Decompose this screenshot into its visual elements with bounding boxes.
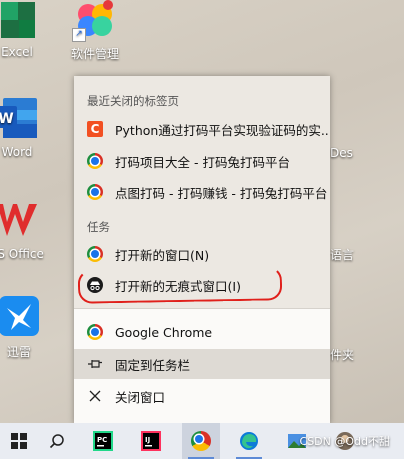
divider <box>74 308 330 309</box>
recent-item[interactable]: 打码项目大全 - 打码兔打码平台 <box>74 146 330 176</box>
chrome-icon <box>87 184 103 200</box>
recent-item-label: 打码项目大全 - 打码兔打码平台 <box>115 154 290 170</box>
xunlei-icon <box>0 296 39 336</box>
recent-item-label: 点图打码 - 打码赚钱 - 打码兔打码平台 <box>115 185 328 201</box>
chrome-icon <box>87 153 103 169</box>
recent-item[interactable]: 点图打码 - 打码赚钱 - 打码兔打码平台 <box>74 177 330 207</box>
desktop-icon-word[interactable]: W Word <box>0 96 48 159</box>
chrome-icon <box>191 431 211 451</box>
c-site-icon: C <box>87 121 103 137</box>
start-button[interactable] <box>0 423 38 459</box>
app-item-google-chrome[interactable]: Google Chrome <box>74 317 330 347</box>
desktop-label-partial: Des <box>330 146 353 160</box>
chrome-icon <box>87 246 103 262</box>
app-item-label: Google Chrome <box>115 324 213 340</box>
recent-item[interactable]: C Python通过打码平台实现验证码的实... <box>74 114 330 144</box>
desktop-icon-label: PS Office <box>0 247 44 261</box>
pin-to-taskbar-item[interactable]: 固定到任务栏 <box>74 349 330 379</box>
desktop-icon-label: 迅雷 <box>6 345 31 359</box>
desktop-icon-label: Word <box>1 145 33 159</box>
svg-text:IJ: IJ <box>145 436 150 444</box>
edge-icon <box>240 432 258 450</box>
desktop-icon-label: Excel <box>1 45 33 59</box>
chrome-jump-list: 最近关闭的标签页 C Python通过打码平台实现验证码的实... 打码项目大全… <box>74 76 330 424</box>
shortcut-arrow-icon: ↗ <box>72 28 86 42</box>
desktop-icon-software-manager[interactable]: 软件管理 ↗ <box>64 0 126 62</box>
desktop-icon-xunlei[interactable]: 迅雷 <box>0 294 50 360</box>
intellij-icon: IJ <box>141 431 161 451</box>
taskbar-edge[interactable] <box>230 423 268 459</box>
task-new-window[interactable]: 打开新的窗口(N) <box>74 239 330 269</box>
red-annotation-mark <box>77 266 283 304</box>
tasks-header: 任务 <box>87 220 110 234</box>
pycharm-icon: PC <box>93 431 113 451</box>
taskbar-pycharm[interactable]: PC <box>84 423 122 459</box>
search-icon <box>49 434 64 449</box>
desktop-icon-wps[interactable]: PS Office <box>0 198 52 261</box>
excel-icon <box>1 2 35 38</box>
watermark-text: CSDN @Odd不甜 <box>299 435 390 448</box>
recent-header: 最近关闭的标签页 <box>87 94 179 108</box>
recent-item-label: Python通过打码平台实现验证码的实... <box>115 122 330 138</box>
word-icon: W <box>0 98 37 138</box>
desktop-label-partial: 语言 <box>330 248 355 262</box>
taskbar-chrome[interactable] <box>182 423 220 459</box>
svg-text:W: W <box>0 111 14 127</box>
close-icon <box>89 390 101 402</box>
pin-icon <box>88 360 102 368</box>
svg-text:PC: PC <box>97 436 107 444</box>
desktop-icon-label: 软件管理 <box>70 47 119 61</box>
desktop-label-partial: 件夹 <box>330 348 355 362</box>
app-item-label: 关闭窗口 <box>115 389 166 405</box>
chrome-icon <box>87 324 103 340</box>
desktop-icon-excel[interactable]: Excel <box>0 0 48 59</box>
task-label: 打开新的窗口(N) <box>115 247 210 263</box>
app-item-label: 固定到任务栏 <box>115 357 191 373</box>
wps-office-icon <box>0 204 37 236</box>
close-window-item[interactable]: 关闭窗口 <box>74 381 330 411</box>
taskbar-intellij[interactable]: IJ <box>132 423 170 459</box>
search-button[interactable] <box>38 423 76 459</box>
windows-start-icon <box>11 433 27 449</box>
